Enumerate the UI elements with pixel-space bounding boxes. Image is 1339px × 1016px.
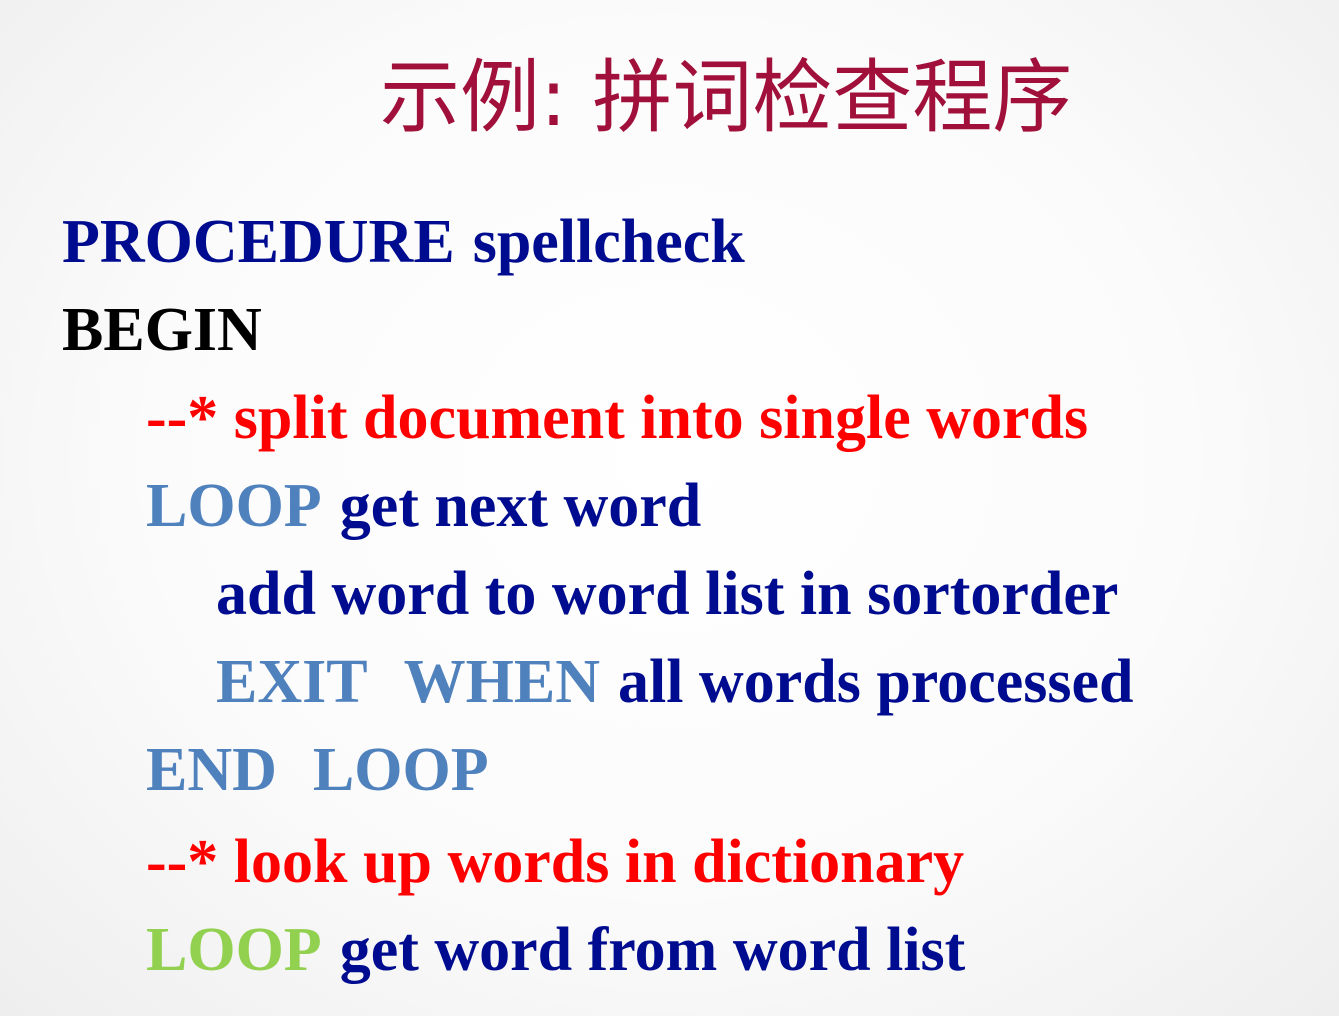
- end-keyword: END: [146, 736, 277, 804]
- add-word-text: add word to word list in sortorder: [216, 560, 1119, 628]
- code-line-comment-lookup: --* look up words in dictionary: [146, 822, 964, 902]
- loop-get-text: get word from word list: [339, 916, 966, 984]
- code-line-add-word: add word to word list in sortorder: [216, 554, 1118, 634]
- code-line-exit-when: EXIT WHEN all words processed: [216, 642, 1134, 722]
- exit-keyword: EXIT: [216, 648, 368, 716]
- slide: 示例: 拼词检查程序 PROCEDURE spellcheck BEGIN --*…: [0, 0, 1339, 1016]
- when-keyword: WHEN: [403, 648, 600, 716]
- comment-split: --* split document into single words: [146, 384, 1089, 452]
- loop-keyword: LOOP: [146, 472, 322, 540]
- loop-keyword-highlight: LOOP: [146, 916, 322, 984]
- code-line-loop-get: LOOP get word from word list: [146, 910, 965, 990]
- begin-keyword: BEGIN: [62, 296, 262, 364]
- procedure-keyword: PROCEDURE: [62, 208, 455, 276]
- code-line-begin: BEGIN: [62, 290, 262, 370]
- code-line-end-loop: END LOOP: [146, 730, 489, 810]
- slide-title: 示例: 拼词检查程序: [380, 51, 1073, 144]
- code-line-loop-next: LOOP get next word: [146, 466, 701, 546]
- code-line-procedure: PROCEDURE spellcheck: [62, 202, 745, 282]
- procedure-name: spellcheck: [472, 208, 745, 276]
- code-line-comment-split: --* split document into single words: [146, 378, 1088, 458]
- exit-condition-text: all words processed: [617, 648, 1134, 716]
- comment-lookup: --* look up words in dictionary: [146, 828, 965, 896]
- end-loop-keyword: LOOP: [312, 736, 489, 804]
- loop-next-text: get next word: [339, 472, 702, 540]
